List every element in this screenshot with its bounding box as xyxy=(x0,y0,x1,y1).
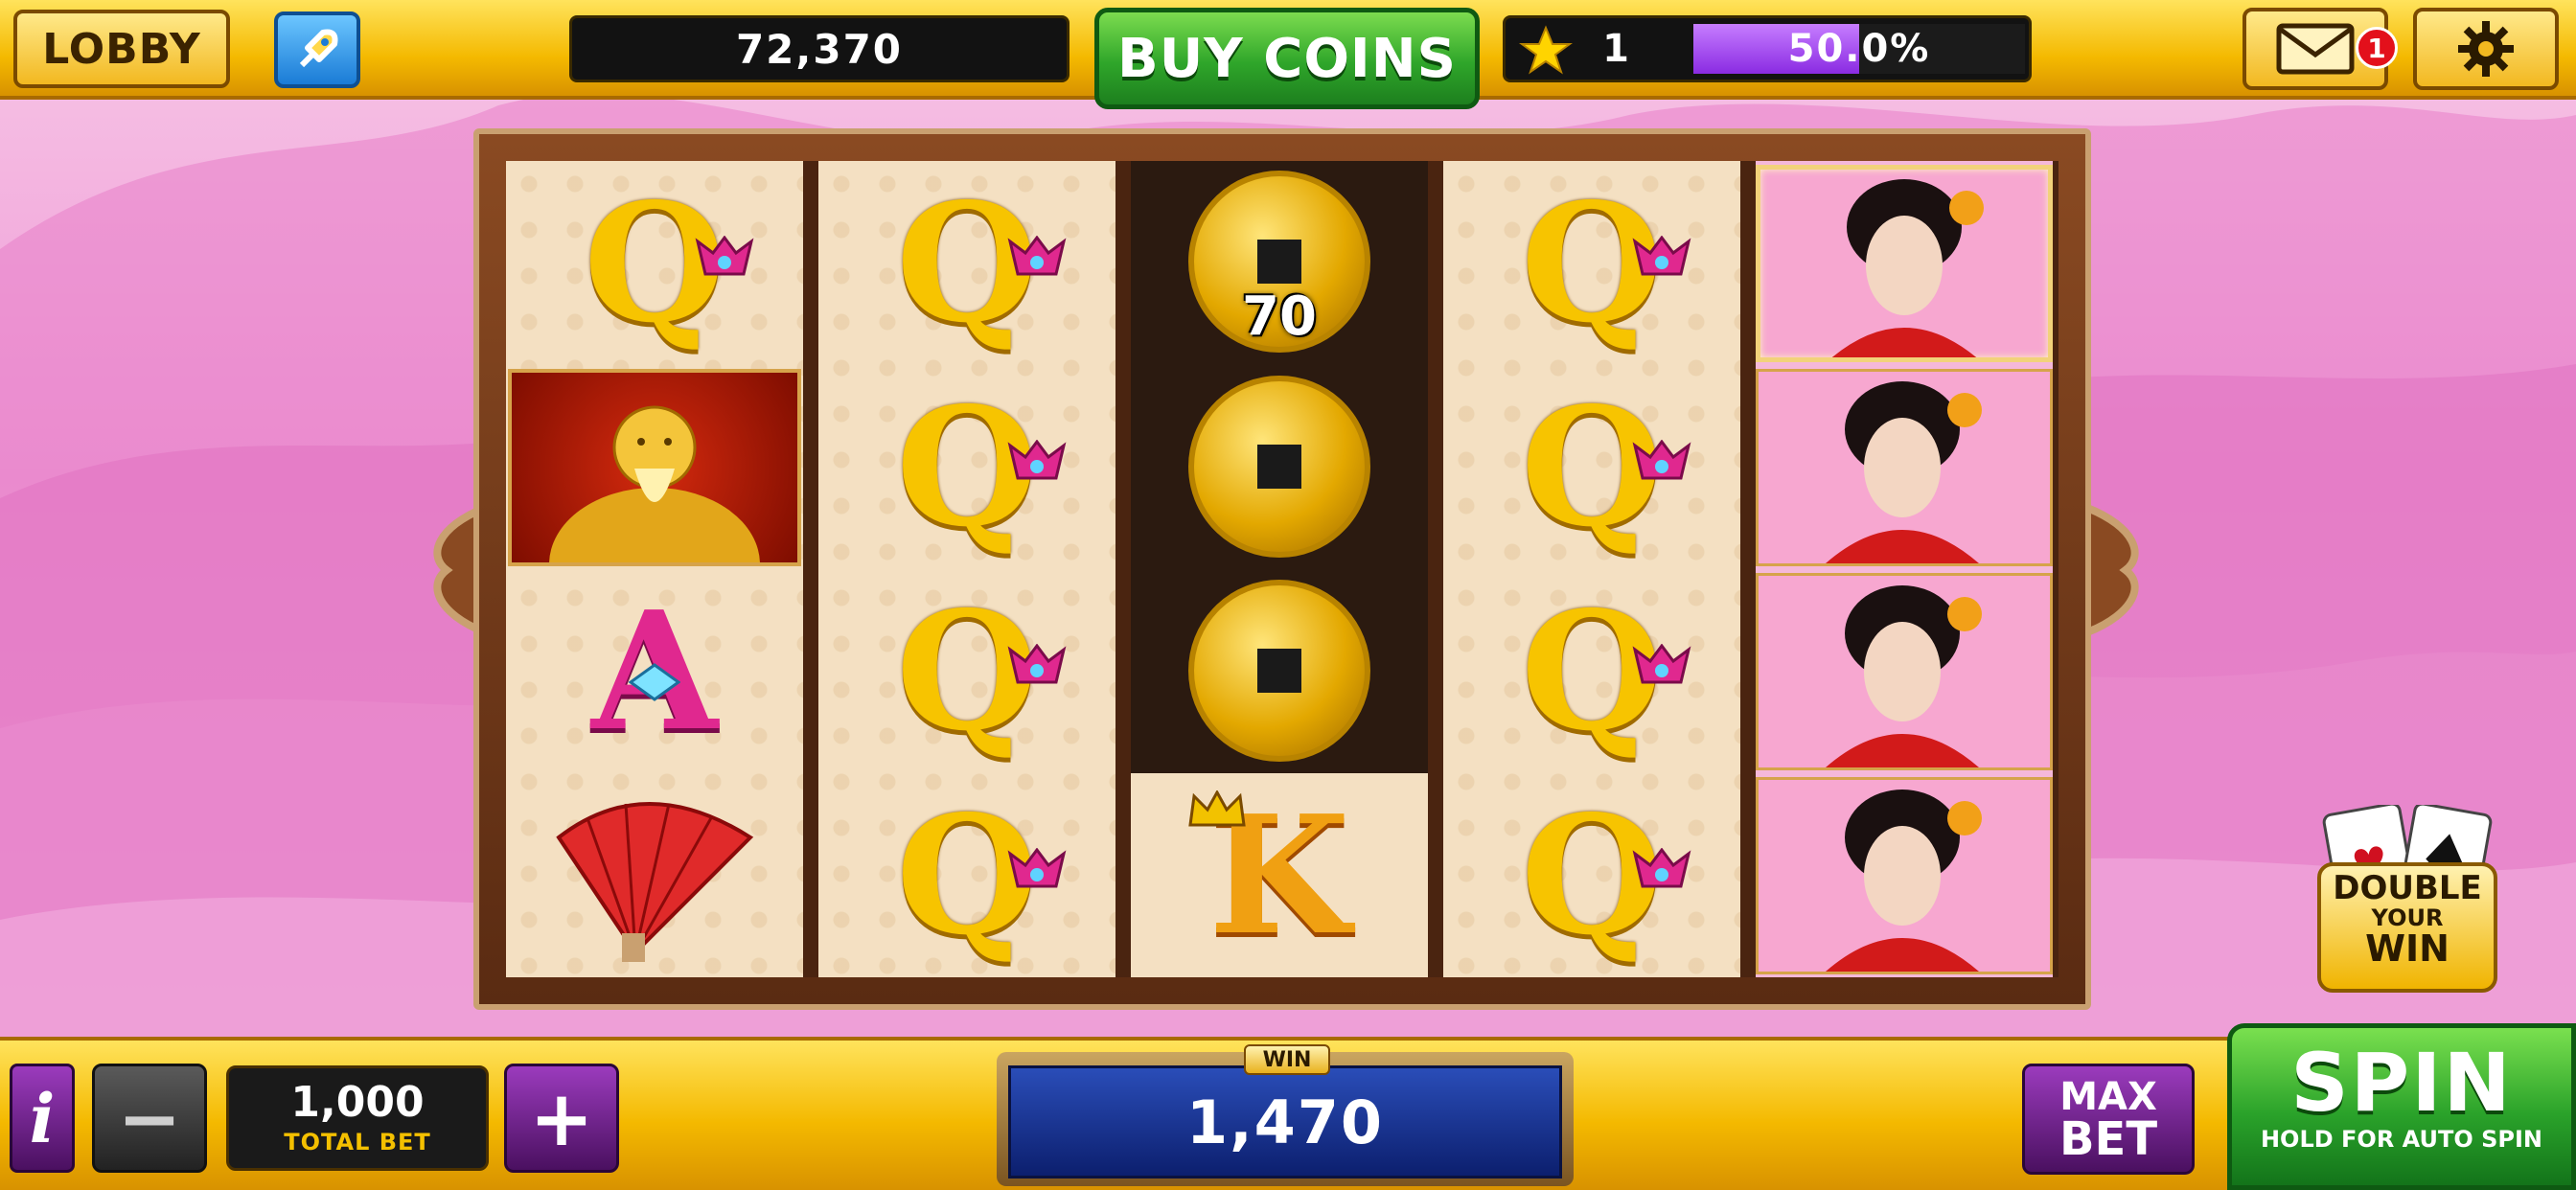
gold-coin-icon xyxy=(1188,580,1370,762)
symbol-q: Q xyxy=(818,773,1116,977)
symbol-q: Q xyxy=(818,365,1116,569)
geisha-portrait-icon xyxy=(1826,381,1982,563)
lobby-button[interactable]: LOBBY xyxy=(13,10,230,88)
xp-bar: 50.0% xyxy=(1693,24,2025,74)
gem-crown-icon xyxy=(1632,644,1691,684)
symbol-coin xyxy=(1131,569,1428,773)
symbol-q: Q xyxy=(818,569,1116,773)
coin-balance: 72,370 xyxy=(569,15,1070,82)
symbol-q: Q xyxy=(818,161,1116,365)
level-number: 1 xyxy=(1602,27,1629,71)
symbol-q: Q xyxy=(506,161,803,365)
reel-5 xyxy=(1756,161,2053,977)
spin-sub-label: HOLD FOR AUTO SPIN xyxy=(2260,1126,2543,1153)
symbol-fan xyxy=(506,773,803,977)
xp-percent: 50.0% xyxy=(1787,27,1931,71)
gold-coin-icon xyxy=(1188,376,1370,558)
symbol-geisha xyxy=(1756,777,2053,974)
win-value: 1,470 xyxy=(1008,1065,1562,1179)
symbol-k: K xyxy=(1131,773,1428,977)
info-button[interactable]: i xyxy=(10,1064,75,1173)
symbol-geisha xyxy=(1756,573,2053,770)
gem-crown-icon xyxy=(1007,848,1067,888)
sage-tile xyxy=(508,369,801,641)
reel-area: Q A xyxy=(506,161,2058,977)
symbol-coin xyxy=(1131,365,1428,569)
spin-label: SPIN xyxy=(2290,1036,2513,1130)
symbol-coin: 70 xyxy=(1131,161,1428,365)
level-progress: 1 50.0% xyxy=(1503,15,2032,82)
symbol-geisha xyxy=(1756,165,2053,362)
total-bet-value: 1,000 xyxy=(290,1078,425,1127)
golden-sage-icon xyxy=(549,405,760,641)
total-bet-label: TOTAL BET xyxy=(284,1129,431,1156)
diamond-icon xyxy=(629,663,680,701)
reel-2: Q Q Q Q xyxy=(818,161,1116,977)
double-your-win-button[interactable]: DOUBLE YOUR WIN xyxy=(2317,862,2497,993)
mail-badge: 1 xyxy=(2356,27,2398,69)
crown-icon xyxy=(1188,790,1246,827)
gem-crown-icon xyxy=(1007,644,1067,684)
reel-frame: Q A xyxy=(473,128,2091,1010)
symbol-q: Q xyxy=(1443,365,1740,569)
fan-icon xyxy=(556,801,754,962)
symbol-q: Q xyxy=(1443,569,1740,773)
gear-icon xyxy=(2458,21,2514,77)
gem-crown-icon xyxy=(1007,236,1067,276)
rocket-icon xyxy=(299,29,338,68)
coin-value: 70 xyxy=(1242,286,1317,348)
gem-crown-icon xyxy=(695,236,754,276)
star-icon xyxy=(1519,25,1573,75)
symbol-q: Q xyxy=(1443,161,1740,365)
reel-4: Q Q Q Q xyxy=(1443,161,1740,977)
frame-ornament-right xyxy=(2087,504,2139,636)
geisha-portrait-icon xyxy=(1826,585,1982,767)
buy-coins-button[interactable]: BUY COINS xyxy=(1094,8,1480,109)
win-label: WIN xyxy=(1244,1044,1330,1075)
mail-icon xyxy=(2276,23,2355,75)
symbol-q: Q xyxy=(1443,773,1740,977)
symbol-sage xyxy=(506,365,803,641)
symbol-a: A xyxy=(506,569,803,773)
increase-bet-button[interactable]: + xyxy=(504,1064,619,1173)
gem-crown-icon xyxy=(1632,440,1691,480)
gem-crown-icon xyxy=(1632,848,1691,888)
reel-1: Q A xyxy=(506,161,803,977)
geisha-portrait-icon xyxy=(1831,179,1984,357)
total-bet-display: 1,000 TOTAL BET xyxy=(226,1065,489,1171)
spin-button[interactable]: SPIN HOLD FOR AUTO SPIN xyxy=(2227,1023,2576,1190)
gem-crown-icon xyxy=(1632,236,1691,276)
boost-button[interactable] xyxy=(274,11,360,88)
gem-crown-icon xyxy=(1007,440,1067,480)
geisha-portrait-icon xyxy=(1826,790,1982,972)
reel-3: 70 K xyxy=(1131,161,1428,977)
symbol-geisha xyxy=(1756,369,2053,566)
decrease-bet-button[interactable]: − xyxy=(92,1064,207,1173)
max-bet-button[interactable]: MAX BET xyxy=(2022,1064,2195,1175)
settings-button[interactable] xyxy=(2413,8,2559,90)
